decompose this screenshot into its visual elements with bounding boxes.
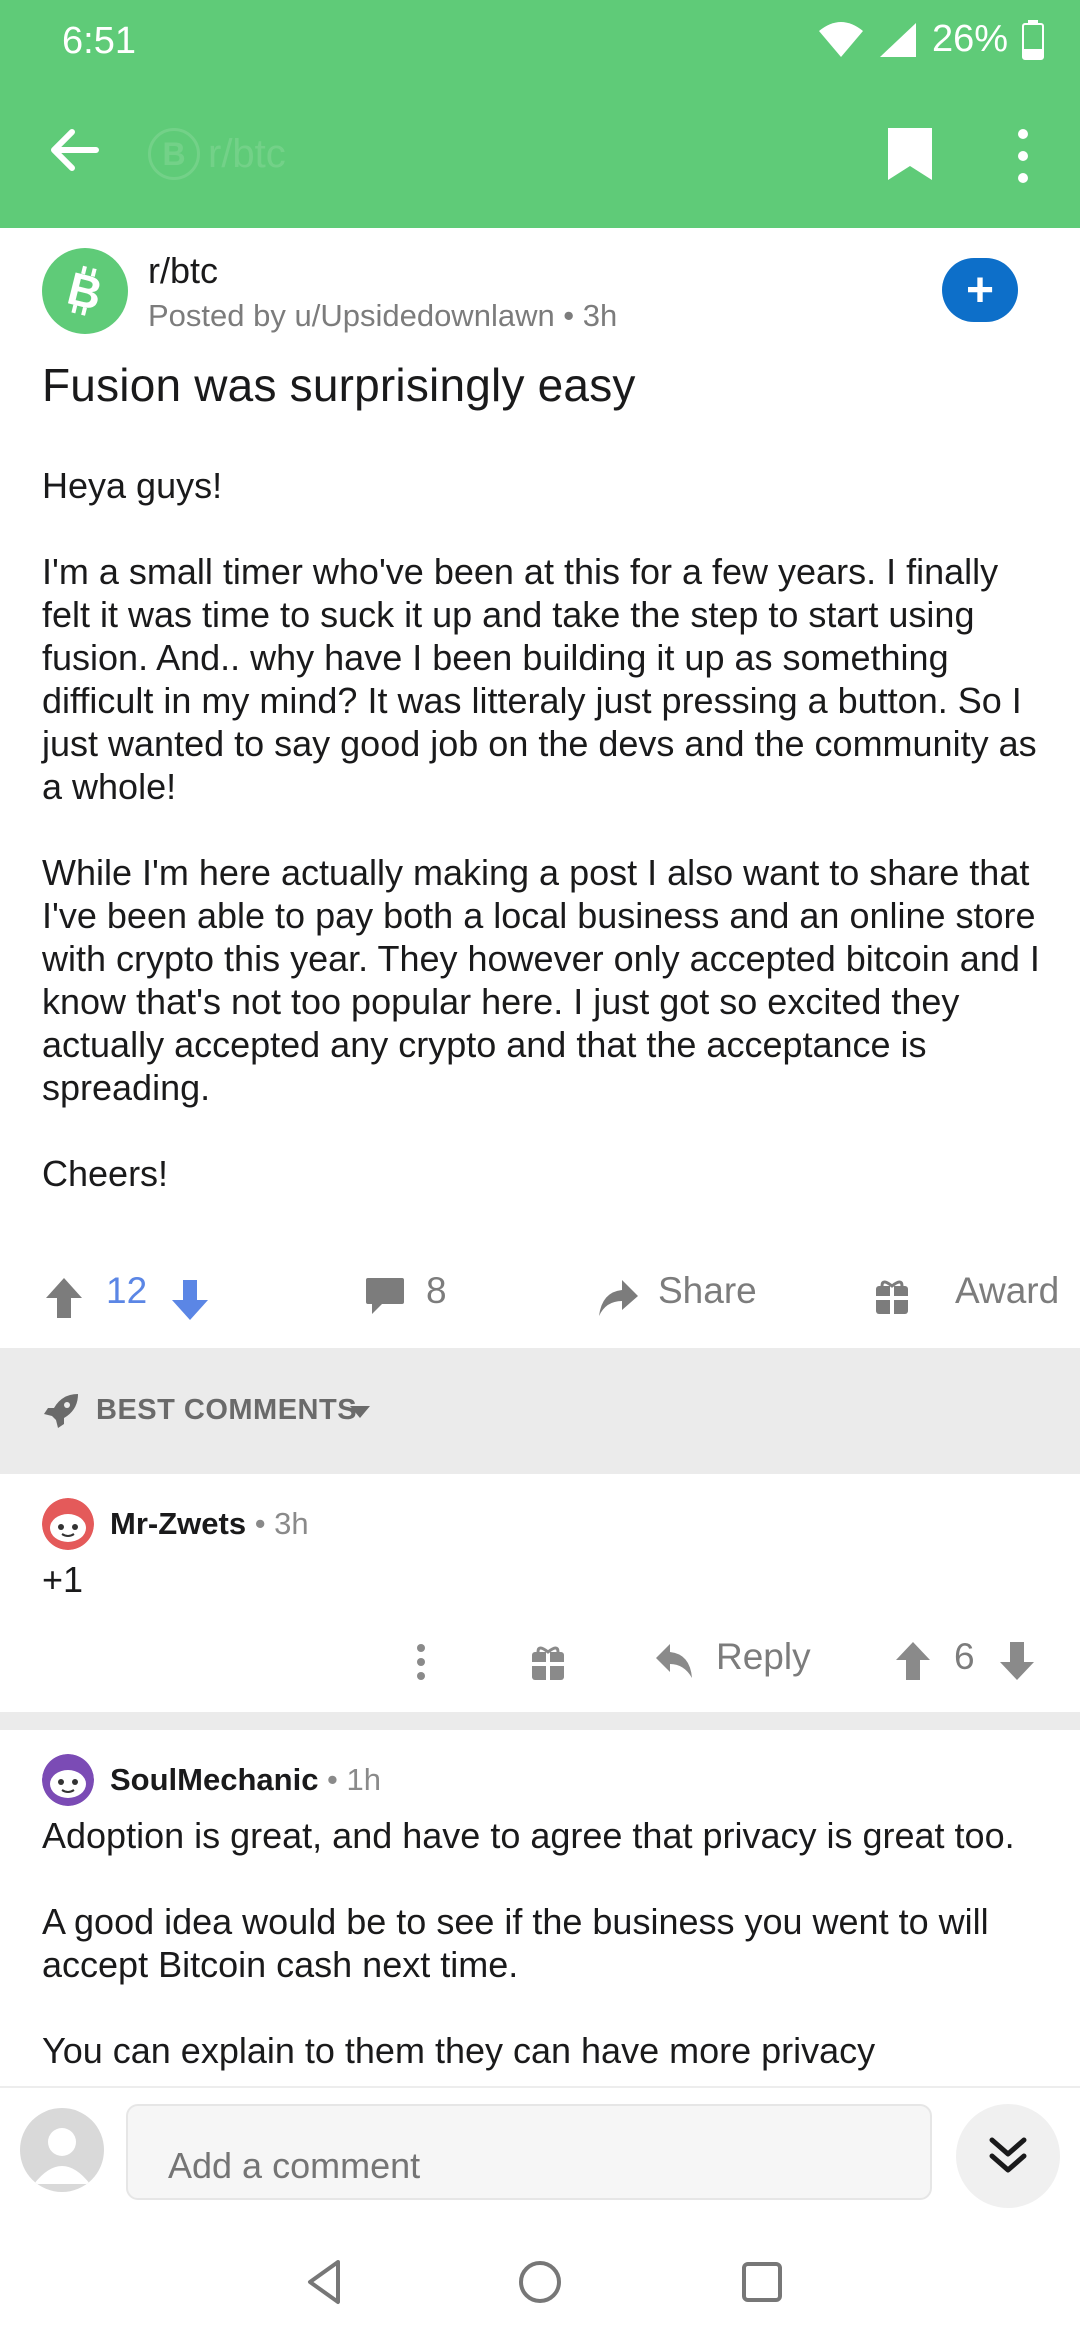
post-action-bar: 12 8 Share Award bbox=[0, 1262, 1080, 1334]
more-vertical-icon[interactable] bbox=[1006, 126, 1040, 186]
appbar-subreddit-name: r/btc bbox=[208, 131, 286, 176]
comment-award-icon[interactable] bbox=[530, 1642, 566, 1682]
back-arrow-icon[interactable] bbox=[44, 120, 104, 180]
share-icon[interactable] bbox=[596, 1276, 640, 1320]
post-paragraph: While I'm here actually making a post I … bbox=[42, 852, 1040, 1108]
post-comment-count[interactable]: 8 bbox=[426, 1270, 447, 1312]
user-placeholder-icon bbox=[34, 2128, 90, 2184]
system-nav-bar bbox=[0, 2220, 1080, 2340]
sort-label: BEST COMMENTS bbox=[96, 1394, 358, 1426]
post-body: Heya guys! I'm a small timer who've been… bbox=[42, 464, 1052, 1238]
bookmark-icon[interactable] bbox=[884, 124, 936, 184]
rocket-icon bbox=[44, 1394, 78, 1428]
comment-upvote-icon[interactable] bbox=[894, 1640, 932, 1682]
user-avatar[interactable] bbox=[20, 2108, 104, 2192]
award-icon[interactable] bbox=[874, 1276, 910, 1316]
reply-button[interactable]: Reply bbox=[716, 1636, 811, 1678]
comment-author[interactable]: Mr-Zwets bbox=[110, 1506, 246, 1541]
comment-paragraph: A good idea would be to see if the busin… bbox=[42, 1901, 989, 1985]
comment-author-line[interactable]: Mr-Zwets • 3h bbox=[110, 1506, 309, 1542]
downvote-icon[interactable] bbox=[170, 1278, 210, 1322]
post-vote-count: 12 bbox=[106, 1270, 148, 1311]
comment-paragraph: You can explain to them they can have mo… bbox=[42, 2030, 876, 2071]
comment-author[interactable]: SoulMechanic bbox=[110, 1762, 318, 1797]
comment-icon[interactable] bbox=[364, 1276, 406, 1316]
bitcoin-logo-icon: B bbox=[63, 262, 108, 320]
comment-input[interactable] bbox=[126, 2104, 932, 2200]
comment-composer bbox=[0, 2086, 1080, 2220]
app-header: 6:51 26% B r/btc bbox=[0, 0, 1080, 228]
post-paragraph: Cheers! bbox=[42, 1153, 169, 1194]
subreddit-name[interactable]: r/btc bbox=[148, 250, 218, 292]
comment-divider bbox=[0, 1712, 1080, 1730]
upvote-icon[interactable] bbox=[44, 1276, 84, 1320]
comment-paragraph: Adoption is great, and have to agree tha… bbox=[42, 1815, 1015, 1856]
comment-avatar[interactable] bbox=[42, 1498, 94, 1550]
comment-time: • 3h bbox=[246, 1506, 309, 1541]
award-button[interactable]: Award bbox=[955, 1270, 1059, 1312]
appbar-subreddit-ghost: B r/btc bbox=[148, 128, 286, 180]
comment: Mr-Zwets • 3h +1 Reply 6 bbox=[0, 1474, 1080, 1712]
comment-avatar[interactable] bbox=[42, 1754, 94, 1806]
post-paragraph: I'm a small timer who've been at this fo… bbox=[42, 551, 1037, 807]
comment-more-icon[interactable] bbox=[414, 1642, 428, 1682]
post-title: Fusion was surprisingly easy bbox=[42, 359, 636, 411]
post-paragraph: Heya guys! bbox=[42, 465, 223, 506]
comment-body: +1 bbox=[42, 1559, 84, 1600]
battery-icon bbox=[1022, 19, 1044, 60]
snoo-avatar-icon bbox=[42, 1754, 94, 1806]
snoo-avatar-icon bbox=[42, 1498, 94, 1550]
subreddit-avatar[interactable]: B bbox=[42, 248, 128, 334]
next-comment-button[interactable] bbox=[956, 2104, 1060, 2208]
wifi-icon bbox=[818, 21, 863, 57]
join-button[interactable]: + bbox=[942, 258, 1018, 322]
signal-icon bbox=[879, 22, 916, 57]
comment: SoulMechanic • 1h Adoption is great, and… bbox=[0, 1730, 1080, 2086]
share-button[interactable]: Share bbox=[658, 1270, 757, 1312]
subreddit-mini-logo: B bbox=[148, 128, 200, 180]
double-chevron-down-icon bbox=[989, 2137, 1027, 2173]
comment-vote-count: 6 bbox=[954, 1636, 975, 1677]
comment-time: • 1h bbox=[318, 1762, 381, 1797]
comment-body: Adoption is great, and have to agree tha… bbox=[42, 1814, 1052, 2086]
nav-recents-icon[interactable] bbox=[732, 2252, 792, 2312]
reply-icon[interactable] bbox=[654, 1642, 694, 1680]
battery-percent: 26% bbox=[931, 18, 1008, 60]
status-time: 6:51 bbox=[62, 20, 136, 62]
status-icons: 26% bbox=[818, 18, 1044, 61]
comment-downvote-icon[interactable] bbox=[998, 1640, 1036, 1682]
nav-home-icon[interactable] bbox=[510, 2252, 570, 2312]
chevron-down-icon bbox=[350, 1406, 370, 1418]
comment-sort-bar[interactable]: BEST COMMENTS bbox=[0, 1348, 1080, 1474]
post-meta: Posted by u/Upsidedownlawn • 3h bbox=[148, 298, 618, 333]
comment-author-line[interactable]: SoulMechanic • 1h bbox=[110, 1762, 381, 1798]
nav-back-icon[interactable] bbox=[296, 2252, 356, 2312]
